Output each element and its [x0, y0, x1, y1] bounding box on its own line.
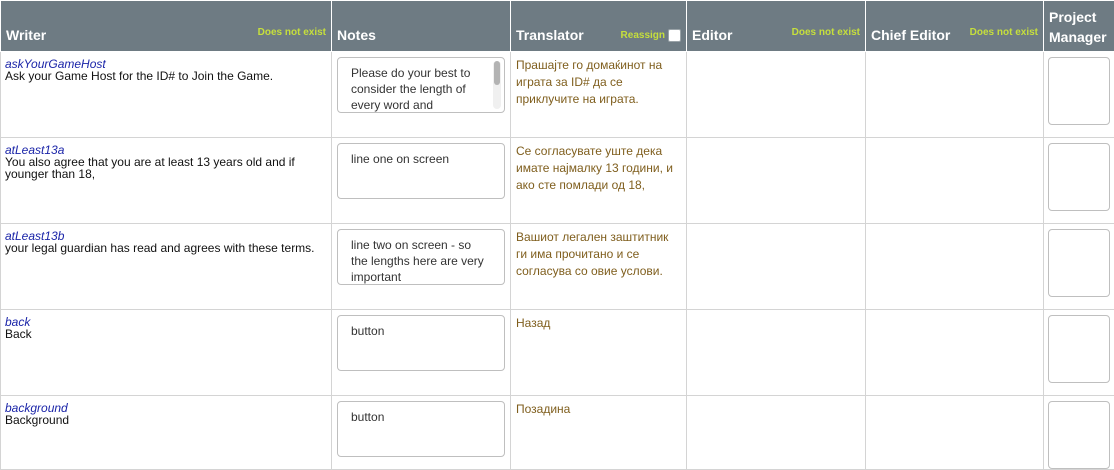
header-row: Writer Does not exist Notes Translator R… [1, 1, 1114, 52]
pm-cell [1044, 224, 1114, 310]
writer-header: Writer Does not exist [1, 1, 332, 52]
reassign-checkbox[interactable] [668, 29, 681, 42]
pm-cell [1044, 138, 1114, 224]
translator-header-label: Translator [516, 27, 584, 43]
chief-editor-cell [866, 396, 1044, 470]
table-row: atLeast13a You also agree that you are a… [1, 138, 1114, 224]
table-row: atLeast13b your legal guardian has read … [1, 224, 1114, 310]
writer-cell: background Background [1, 396, 332, 470]
notes-textarea[interactable]: line two on screen - so the lengths here… [337, 229, 505, 285]
english-text: your legal guardian has read and agrees … [5, 242, 327, 254]
pm-textarea[interactable] [1048, 57, 1110, 125]
writer-cell: back Back [1, 310, 332, 396]
chief-editor-cell [866, 52, 1044, 138]
pm-textarea[interactable] [1048, 315, 1110, 383]
notes-textarea[interactable]: button [337, 315, 505, 371]
translation-text: Вашиот легален заштитник ги има прочитан… [516, 230, 668, 278]
translation-cell[interactable]: Прашајте го домаќинот на играта за ID# д… [511, 52, 687, 138]
notes-cell: button [332, 310, 511, 396]
scrollbar-thumb[interactable] [494, 61, 500, 85]
notes-cell: line two on screen - so the lengths here… [332, 224, 511, 310]
editor-cell [687, 224, 866, 310]
project-manager-line2: Manager [1049, 27, 1107, 47]
string-key: background [5, 402, 327, 414]
pm-cell [1044, 396, 1114, 470]
pm-textarea[interactable] [1048, 229, 1110, 297]
english-text: Ask your Game Host for the ID# to Join t… [5, 70, 327, 82]
notes-textarea[interactable]: button [337, 401, 505, 457]
writer-header-label: Writer [6, 27, 46, 43]
editor-cell [687, 138, 866, 224]
translation-text: Назад [516, 316, 550, 330]
translator-header: Translator Reassign [511, 1, 687, 52]
editor-header-label: Editor [692, 27, 732, 43]
chief-editor-cell [866, 310, 1044, 396]
writer-cell: askYourGameHost Ask your Game Host for t… [1, 52, 332, 138]
writer-cell: atLeast13a You also agree that you are a… [1, 138, 332, 224]
notes-text: line one on screen [351, 152, 449, 166]
english-text: Back [5, 328, 327, 340]
pm-textarea[interactable] [1048, 143, 1110, 211]
notes-cell: button [332, 396, 511, 470]
notes-textarea[interactable]: Please do your best to consider the leng… [337, 57, 505, 113]
editor-header: Editor Does not exist [687, 1, 866, 52]
editor-cell [687, 52, 866, 138]
chief-editor-status: Does not exist [970, 27, 1038, 38]
writer-cell: atLeast13b your legal guardian has read … [1, 224, 332, 310]
translation-cell[interactable]: Се согласувате уште дека имате најмалку … [511, 138, 687, 224]
project-manager-header-label: Project Manager [1049, 7, 1107, 47]
string-key: back [5, 316, 327, 328]
notes-cell: Please do your best to consider the leng… [332, 52, 511, 138]
reassign-label: Reassign [621, 30, 665, 41]
pm-cell [1044, 310, 1114, 396]
editor-cell [687, 396, 866, 470]
translation-cell[interactable]: Позадина [511, 396, 687, 470]
writer-status: Does not exist [258, 27, 326, 38]
editor-cell [687, 310, 866, 396]
table-row: back Back button Назад [1, 310, 1114, 396]
translation-text: Позадина [516, 402, 570, 416]
notes-text: Please do your best to consider the leng… [351, 66, 470, 112]
translation-text: Се согласувате уште дека имате најмалку … [516, 144, 673, 192]
translation-cell[interactable]: Вашиот легален заштитник ги има прочитан… [511, 224, 687, 310]
notes-text: line two on screen - so the lengths here… [351, 238, 484, 284]
chief-editor-cell [866, 224, 1044, 310]
notes-text: button [351, 324, 384, 338]
reassign-control: Reassign [621, 29, 681, 42]
chief-editor-cell [866, 138, 1044, 224]
english-text: Background [5, 414, 327, 426]
notes-cell: line one on screen [332, 138, 511, 224]
project-manager-line1: Project [1049, 7, 1107, 27]
notes-scrollbar[interactable] [493, 61, 501, 109]
pm-cell [1044, 52, 1114, 138]
chief-editor-header: Chief Editor Does not exist [866, 1, 1044, 52]
notes-text: button [351, 410, 384, 424]
translation-text: Прашајте го домаќинот на играта за ID# д… [516, 58, 662, 106]
editor-status: Does not exist [792, 27, 860, 38]
notes-header-label: Notes [337, 27, 376, 43]
project-manager-header: Project Manager [1044, 1, 1114, 52]
translation-table: Writer Does not exist Notes Translator R… [0, 0, 1114, 470]
english-text: You also agree that you are at least 13 … [5, 156, 327, 180]
table-row: background Background button Позадина [1, 396, 1114, 470]
chief-editor-header-label: Chief Editor [871, 27, 950, 43]
pm-textarea[interactable] [1048, 401, 1110, 469]
table-row: askYourGameHost Ask your Game Host for t… [1, 52, 1114, 138]
translation-cell[interactable]: Назад [511, 310, 687, 396]
notes-textarea[interactable]: line one on screen [337, 143, 505, 199]
notes-header: Notes [332, 1, 511, 52]
